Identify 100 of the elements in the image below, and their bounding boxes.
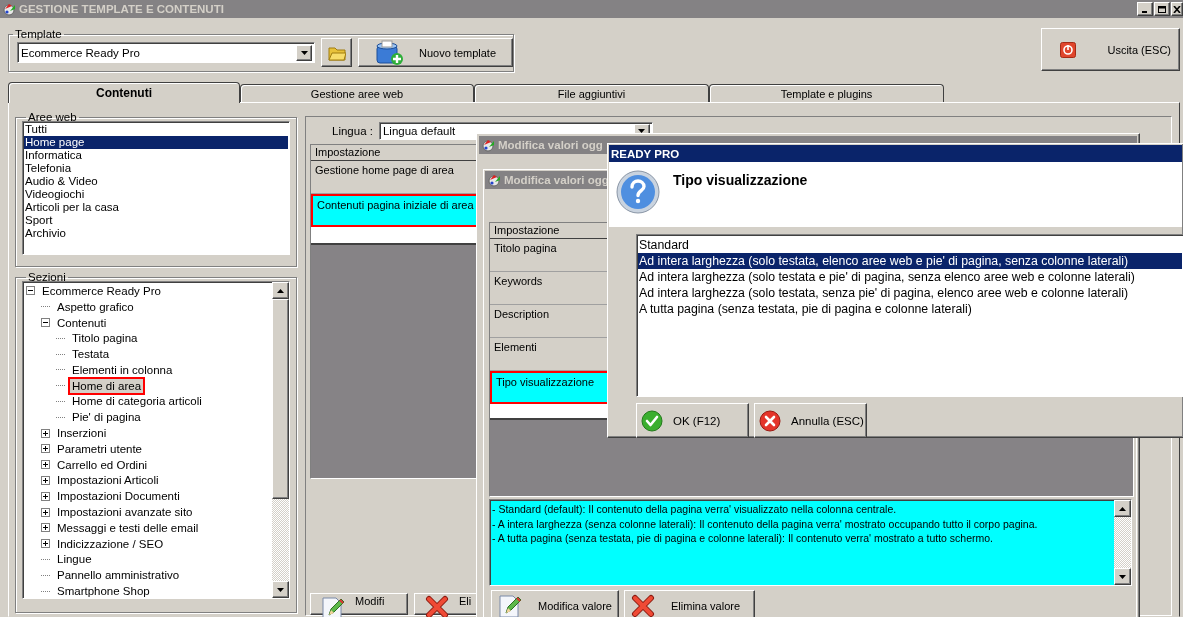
tree-item[interactable]: Lingue — [53, 550, 96, 569]
cross-icon — [631, 594, 655, 617]
group-label: Template — [14, 28, 63, 40]
scroll-thumb[interactable] — [272, 299, 289, 499]
scroll-down-button[interactable] — [1114, 568, 1131, 585]
list-item[interactable]: Tutti — [24, 123, 288, 136]
group-label: Sezioni — [27, 271, 67, 283]
list-item[interactable]: Home page — [24, 136, 288, 149]
collapse-icon[interactable] — [41, 318, 50, 327]
exit-button[interactable]: Uscita (ESC) — [1041, 28, 1180, 71]
description-line: - Standard (default): Il contenuto della pagina verra' visualizzato nella colonna centrale. — [492, 502, 898, 517]
tree-item[interactable]: Titolo pagina — [68, 329, 142, 348]
list-item[interactable]: Audio & Video — [24, 175, 288, 188]
scrollbar[interactable] — [1114, 500, 1131, 585]
app-icon — [2, 2, 16, 16]
tree-item[interactable]: Home di area — [68, 376, 146, 395]
action-button[interactable]: Elimina valore — [624, 590, 755, 617]
dropdown-value: Lingua default — [382, 125, 456, 137]
title-bar: READY PRO — [609, 145, 1182, 162]
cancel-button[interactable]: Annulla (ESC) — [754, 403, 867, 438]
template-dropdown[interactable]: Ecommerce Ready Pro — [17, 42, 315, 63]
action-button[interactable]: Modifi — [310, 593, 408, 615]
table-cell[interactable]: Elementi — [490, 338, 609, 371]
up-arrow-icon — [1119, 506, 1126, 511]
scroll-up-button[interactable] — [1114, 500, 1131, 517]
app-icon — [487, 173, 501, 187]
tree-item[interactable]: Ecommerce Ready Pro — [38, 282, 165, 300]
expand-icon[interactable] — [41, 475, 50, 485]
tree-item[interactable]: Aspetto grafico — [53, 297, 138, 316]
list-item[interactable]: Sport — [24, 214, 288, 227]
folder-icon — [327, 44, 346, 61]
list-item[interactable]: Ad intera larghezza (solo testata, senza pie' di pagina, elenco aree web e colonne laterali) — [638, 285, 1182, 301]
tree-item[interactable]: Pannello amministrativo — [53, 566, 184, 585]
list-item[interactable]: Informatica — [24, 149, 288, 162]
tree-item[interactable]: Impostazioni Articoli — [53, 471, 163, 490]
list-item[interactable]: Ad intera larghezza (solo testata e pie' di pagina, senza elenco aree web e colonne laterali) — [638, 269, 1182, 285]
table-cell[interactable]: Titolo pagina — [490, 239, 609, 272]
expand-icon[interactable] — [41, 460, 50, 470]
list-item[interactable]: Archivio — [24, 227, 288, 240]
tree-item[interactable]: Impostazioni Documenti — [53, 487, 184, 506]
table-cell[interactable]: Description — [490, 305, 609, 338]
tree-item[interactable]: Pie' di pagina — [68, 408, 145, 427]
scrollbar[interactable] — [272, 282, 289, 598]
new-template-button[interactable]: Nuovo template — [358, 38, 513, 67]
expand-icon[interactable] — [41, 491, 50, 501]
window-title: GESTIONE TEMPLATE E CONTENUTI — [19, 3, 224, 15]
tree-item[interactable]: Home di categoria articoli — [68, 392, 206, 411]
table-cell[interactable]: Keywords — [490, 272, 609, 305]
cross-icon — [425, 595, 449, 617]
maximize-icon — [1158, 5, 1166, 13]
question-icon — [615, 169, 661, 215]
scroll-up-button[interactable] — [272, 282, 289, 299]
column-header[interactable]: Impostazione — [490, 223, 609, 239]
dropdown-value: Ecommerce Ready Pro — [21, 46, 140, 59]
dropdown-button[interactable] — [296, 44, 312, 61]
list-item[interactable]: Standard — [638, 237, 1182, 253]
list-item[interactable]: Articoli per la casa — [24, 201, 288, 214]
down-arrow-icon — [1119, 574, 1126, 579]
description-line: - A intera larghezza (senza colonne laterali): Il contenuto della pagina verra' mostrato occupando tutto il corpo pagina. — [492, 516, 1039, 531]
expand-icon[interactable] — [41, 428, 50, 438]
tree-item[interactable]: Contenuti — [53, 313, 111, 332]
check-icon — [641, 409, 663, 432]
ok-button[interactable]: OK (F12) — [636, 403, 749, 438]
tab[interactable]: File aggiuntivi — [474, 84, 709, 102]
scroll-down-button[interactable] — [272, 581, 289, 598]
collapse-icon[interactable] — [26, 286, 35, 296]
pencil-page-icon — [498, 593, 522, 617]
expand-icon[interactable] — [41, 444, 50, 454]
list-item[interactable]: Telefonia — [24, 162, 288, 175]
cancel-icon — [759, 409, 781, 432]
tab[interactable]: Contenuti — [8, 82, 240, 103]
pencil-page-icon — [321, 595, 345, 617]
window-title: Modifica valori ogg — [498, 139, 603, 151]
table-cell[interactable]: Tipo visualizzazione — [490, 371, 609, 404]
tab[interactable]: Template e plugins — [709, 84, 944, 102]
minimize-button[interactable] — [1137, 2, 1153, 16]
group-label: Aree web — [27, 111, 78, 123]
expand-icon[interactable] — [41, 507, 50, 517]
tree-item[interactable]: Indicizzazione / SEO — [53, 534, 168, 553]
dialog-heading: Tipo visualizzazione — [673, 172, 808, 190]
field-label: Lingua : — [332, 125, 373, 137]
power-icon — [1060, 41, 1076, 58]
action-button[interactable]: Modifica valore — [491, 590, 619, 617]
folder-button[interactable] — [321, 38, 352, 67]
list-item[interactable]: Videogiochi — [24, 188, 288, 201]
list-item[interactable]: A tutta pagina (senza testata, pie di pagina e colonne laterali) — [638, 301, 1182, 317]
expand-icon[interactable] — [41, 523, 50, 533]
close-button[interactable] — [1171, 2, 1183, 16]
close-icon — [1173, 5, 1181, 13]
list-item[interactable]: Ad intera larghezza (solo testata, elenco aree web e pie' di pagina, senza colonne laterali) — [638, 253, 1182, 269]
tab[interactable]: Gestione aree web — [240, 84, 474, 102]
caret-icon — [300, 50, 308, 55]
expand-icon[interactable] — [41, 539, 50, 549]
description-line: - A tutta pagina (senza testata, pie di pagina e colonne laterali): Il contenuto verra' mostrato a tutto schermo. — [492, 531, 995, 546]
down-arrow-icon — [277, 587, 284, 592]
maximize-button[interactable] — [1154, 2, 1170, 16]
tree-item[interactable]: Carrello ed Ordini — [53, 455, 152, 474]
up-arrow-icon — [277, 288, 284, 293]
tree-item[interactable]: Smartphone Shop — [53, 582, 154, 598]
app-icon — [481, 138, 495, 152]
